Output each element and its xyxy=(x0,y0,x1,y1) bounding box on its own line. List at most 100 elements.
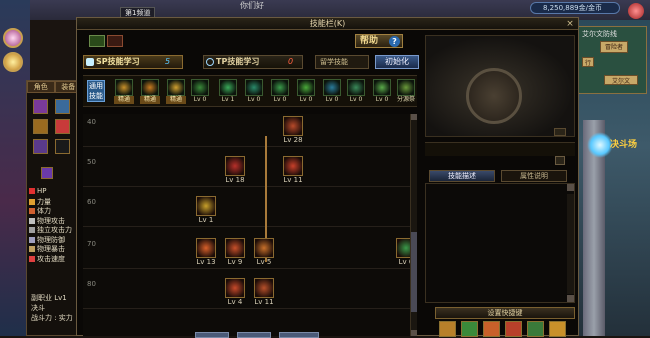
title-bar[interactable]: 技能栏(K) × xyxy=(77,18,578,30)
skill-node[interactable]: Lv 4 xyxy=(224,278,246,308)
common-skill-slot[interactable]: 分源祭 xyxy=(395,79,417,105)
hotkey-slot[interactable] xyxy=(483,321,500,337)
scroll-up-icon[interactable] xyxy=(567,184,574,191)
skill-level-label: 精通 xyxy=(166,96,186,104)
common-skill-slot[interactable]: Lv 0 xyxy=(189,79,211,105)
help-button[interactable]: 帮助 ? xyxy=(355,34,403,48)
close-icon[interactable]: × xyxy=(565,19,575,29)
skill-level-label: Lv 0 xyxy=(299,96,313,103)
skill-node[interactable]: Lv 13 xyxy=(195,238,217,268)
hotkey-slots xyxy=(439,321,575,337)
common-skill-tab[interactable]: 通用 技能 xyxy=(87,80,105,102)
equip-slot-icon[interactable] xyxy=(33,139,48,154)
skill-level-label: Lv 0 xyxy=(193,96,207,103)
power-label: 战斗力 : 实力 xyxy=(31,314,73,322)
skill-orb-icon[interactable] xyxy=(3,28,23,48)
equip-slot-icon[interactable] xyxy=(33,119,48,134)
stat-label: 力量 xyxy=(37,197,51,206)
view-toggle-icon[interactable] xyxy=(89,35,105,47)
dropdown-toggle-icon[interactable] xyxy=(555,156,565,165)
common-skill-slot[interactable]: Lv 1 xyxy=(217,79,239,105)
preview-button[interactable] xyxy=(554,128,566,136)
skill-icon xyxy=(254,278,274,298)
skill-level-label: Lv 5 xyxy=(256,258,272,266)
skill-icon xyxy=(167,79,185,96)
level-row-label: 70 xyxy=(87,240,96,248)
stat-label: 物理暴击 xyxy=(37,245,65,253)
hotkey-slot[interactable] xyxy=(461,321,478,337)
view-toggle-icon[interactable] xyxy=(107,35,123,47)
skill-level-label: Lv 0 xyxy=(325,96,339,103)
tab-character[interactable]: 角色 xyxy=(27,81,55,93)
title-slot-icon[interactable] xyxy=(41,167,53,179)
scroll-up-icon[interactable] xyxy=(411,114,417,120)
initialize-button[interactable]: 初始化 xyxy=(375,55,419,69)
common-skill-slot[interactable]: Lv 0 xyxy=(243,79,265,105)
skill-node[interactable]: Lv 28 xyxy=(282,116,304,146)
hotkey-slot[interactable] xyxy=(527,321,544,337)
bottom-button[interactable] xyxy=(237,332,271,338)
common-skill-slot[interactable]: 精通 xyxy=(139,79,161,105)
bottom-button[interactable] xyxy=(195,332,229,338)
scroll-down-icon[interactable] xyxy=(411,330,417,336)
level-row-divider xyxy=(83,268,417,269)
minimap-cell[interactable]: 行 xyxy=(582,57,594,67)
common-skill-slot[interactable]: Lv 0 xyxy=(321,79,343,105)
common-skill-slot[interactable]: 精通 xyxy=(165,79,187,105)
set-hotkey-label: 设置快捷键 xyxy=(435,307,575,319)
event-icon[interactable] xyxy=(628,3,644,19)
skill-icon xyxy=(191,79,209,96)
common-skill-slot[interactable]: Lv 0 xyxy=(295,79,317,105)
skill-node[interactable]: Lv 18 xyxy=(224,156,246,186)
equip-slot-icon[interactable] xyxy=(33,99,48,114)
stat-row: 体力 xyxy=(29,206,83,216)
learned-skill-select[interactable]: 留学技能 xyxy=(315,55,369,69)
skill-node[interactable]: Lv 1 xyxy=(195,196,217,226)
description-scrollbar[interactable] xyxy=(567,194,574,294)
common-skill-slot[interactable]: 精通 xyxy=(113,79,135,105)
skill-node[interactable]: Lv 11 xyxy=(282,156,304,186)
skill-level-label: 精通 xyxy=(114,96,134,104)
stat-row: 物理攻击 xyxy=(29,216,83,226)
tree-scrollbar[interactable] xyxy=(410,114,417,336)
check-icon xyxy=(86,58,94,66)
common-skill-slot[interactable]: Lv 0 xyxy=(371,79,393,105)
skill-icon xyxy=(219,79,237,96)
hotkey-slot[interactable] xyxy=(549,321,566,337)
skill-icon xyxy=(283,116,303,136)
skill-icon xyxy=(115,79,133,96)
stat-icon xyxy=(29,246,35,252)
minimap[interactable]: 艾尔文防线 冒险者 艾尔文 行 xyxy=(577,26,647,94)
minimap-cell[interactable]: 艾尔文 xyxy=(604,75,638,85)
scroll-thumb[interactable] xyxy=(411,232,417,312)
common-skill-slot[interactable]: Lv 0 xyxy=(269,79,291,105)
scroll-down-icon[interactable] xyxy=(567,295,574,302)
equip-slot-icon[interactable] xyxy=(55,99,70,114)
skill-level-label: Lv 1 xyxy=(198,216,214,224)
skill-node[interactable]: Lv 11 xyxy=(253,278,275,308)
stat-row: 力量 xyxy=(29,197,83,207)
common-skill-slot[interactable]: Lv 0 xyxy=(345,79,367,105)
hotkey-slot[interactable] xyxy=(505,321,522,337)
skill-icon xyxy=(225,238,245,258)
skill-node[interactable]: Lv 5 xyxy=(253,238,275,268)
description-area xyxy=(425,183,575,303)
tab-skill-description[interactable]: 技能描述 xyxy=(429,170,495,182)
skill-icon xyxy=(141,79,159,96)
skill-icon xyxy=(196,196,216,216)
stat-icon xyxy=(29,208,35,214)
npc-label[interactable]: 决斗场 xyxy=(610,137,637,150)
equip-slot-icon[interactable] xyxy=(55,139,70,154)
skill-node[interactable]: Lv 9 xyxy=(224,238,246,268)
skill-icon xyxy=(225,278,245,298)
bottom-button[interactable] xyxy=(279,332,319,338)
skill-icon xyxy=(347,79,365,96)
minimap-cell[interactable]: 冒险者 xyxy=(600,41,628,53)
hotkey-slot[interactable] xyxy=(439,321,456,337)
equip-slot-icon[interactable] xyxy=(55,119,70,134)
skill-icon xyxy=(283,156,303,176)
skill-level-label: Lv 1 xyxy=(221,96,235,103)
skill-level-label: Lv 28 xyxy=(283,136,303,144)
tab-attribute-info[interactable]: 属性说明 xyxy=(501,170,567,182)
buff-orb-icon[interactable] xyxy=(3,52,23,72)
